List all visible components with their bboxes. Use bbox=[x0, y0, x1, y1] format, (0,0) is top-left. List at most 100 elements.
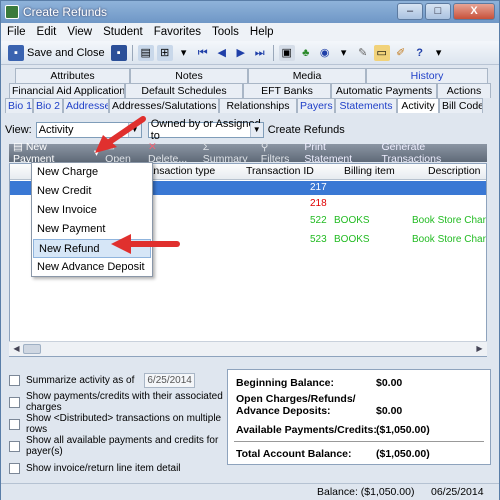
option-show-invoice[interactable]: Show invoice/return line item detail bbox=[9, 457, 231, 479]
cell-id: 523 bbox=[310, 234, 327, 245]
tab-activity[interactable]: Activity bbox=[397, 98, 439, 113]
family-tree-icon[interactable]: ♣ bbox=[298, 45, 314, 61]
tab-bio-1[interactable]: Bio 1 bbox=[5, 98, 33, 113]
print-statement-button[interactable]: Print Statement bbox=[304, 141, 373, 165]
floppy-icon[interactable]: ▪ bbox=[110, 44, 127, 61]
menu-item-new-charge[interactable]: New Charge bbox=[32, 163, 152, 182]
tab-financial-aid-application[interactable]: Financial Aid Application bbox=[9, 83, 125, 98]
option-summarize-label: Summarize activity as of bbox=[26, 374, 135, 386]
minimize-button[interactable]: – bbox=[397, 3, 423, 20]
tab-relationships[interactable]: Relationships bbox=[219, 98, 297, 113]
column-header-description[interactable]: Description bbox=[428, 165, 481, 177]
beginning-balance-label: Beginning Balance: bbox=[236, 377, 335, 389]
cell-billing: BOOKS bbox=[334, 234, 370, 245]
view-context: Create Refunds bbox=[267, 124, 345, 136]
toolbar: ▪ Save and Close ▪ ▤ ⊞ ▾ ⏮ ◀ ▶ ⏭ ▣ ♣ ◉ ▾… bbox=[1, 41, 499, 65]
folder-icon[interactable]: ▭ bbox=[373, 44, 390, 61]
tools-icon[interactable]: ✎ bbox=[355, 45, 371, 61]
tab-default-schedules[interactable]: Default Schedules bbox=[125, 83, 243, 98]
chevron-down-icon: ▼ bbox=[249, 123, 263, 137]
window-title: Create Refunds bbox=[23, 5, 108, 19]
save-and-close-button[interactable]: ▪ Save and Close bbox=[5, 44, 108, 61]
tab-statements[interactable]: Statements bbox=[335, 98, 397, 113]
checkbox[interactable] bbox=[9, 462, 20, 474]
scroll-left-icon[interactable]: ◀ bbox=[10, 343, 23, 355]
window: Create Refunds – □ X File Edit View Stud… bbox=[0, 0, 500, 500]
menu-item-new-invoice[interactable]: New Invoice bbox=[32, 201, 152, 220]
checkbox[interactable] bbox=[9, 396, 20, 408]
summary-button[interactable]: Σ Summary bbox=[203, 141, 255, 165]
close-button[interactable]: X bbox=[453, 3, 495, 20]
tab-history[interactable]: History bbox=[366, 68, 488, 83]
tab-notes[interactable]: Notes bbox=[130, 68, 248, 83]
option-summarize[interactable]: Summarize activity as of 6/25/2014 bbox=[9, 369, 231, 391]
filters-button[interactable]: ⚲ Filters bbox=[261, 141, 299, 165]
menu-item-new-credit[interactable]: New Credit bbox=[32, 182, 152, 201]
scroll-right-icon[interactable]: ▶ bbox=[473, 343, 486, 355]
menu-edit[interactable]: Edit bbox=[37, 26, 57, 38]
tab-media[interactable]: Media bbox=[248, 68, 366, 83]
scroll-thumb[interactable] bbox=[23, 344, 41, 354]
menu-file[interactable]: File bbox=[7, 26, 26, 38]
new-payment-icon: ▤ bbox=[13, 141, 23, 153]
menu-help[interactable]: Help bbox=[250, 26, 274, 38]
column-header-billing-item[interactable]: Billing item bbox=[344, 165, 395, 177]
previous-record-icon[interactable]: ◀ bbox=[214, 45, 230, 61]
owner-filter-select[interactable]: Owned by or Assigned to ▼ bbox=[147, 118, 264, 142]
red-arrow-icon bbox=[95, 116, 146, 153]
option-show-payments-label: Show payments/credits with their associa… bbox=[26, 391, 223, 413]
help-dropdown-icon[interactable]: ▾ bbox=[431, 45, 447, 61]
view-label: View: bbox=[5, 124, 32, 136]
menu-view[interactable]: View bbox=[67, 26, 92, 38]
maximize-button[interactable]: □ bbox=[425, 3, 451, 20]
tab-addresses[interactable]: Addresses bbox=[63, 98, 109, 113]
generate-transactions-button[interactable]: Generate Transactions bbox=[381, 141, 483, 165]
status-date: 06/25/2014 bbox=[431, 486, 484, 498]
last-record-icon[interactable]: ⏭ bbox=[252, 45, 268, 61]
horizontal-scrollbar[interactable]: ◀ ▶ bbox=[9, 341, 487, 356]
view-select-value: Activity bbox=[38, 124, 74, 136]
red-arrow-icon bbox=[111, 234, 180, 254]
menu-favorites[interactable]: Favorites bbox=[154, 26, 201, 38]
tab-automatic-payments[interactable]: Automatic Payments bbox=[331, 83, 437, 98]
options-dropdown-icon[interactable]: ▾ bbox=[176, 45, 192, 61]
tab-bio-2[interactable]: Bio 2 bbox=[33, 98, 63, 113]
option-show-distributed[interactable]: Show <Distributed> transactions on multi… bbox=[9, 413, 231, 435]
option-show-payments[interactable]: Show payments/credits with their associa… bbox=[9, 391, 231, 413]
menu-student[interactable]: Student bbox=[103, 26, 143, 38]
option-show-all[interactable]: Show all available payments and credits … bbox=[9, 435, 231, 457]
tab-payers[interactable]: Payers bbox=[297, 98, 335, 113]
tab-bill-codes[interactable]: Bill Codes bbox=[439, 98, 483, 113]
find-icon[interactable]: ⊞ bbox=[156, 44, 173, 61]
first-record-icon[interactable]: ⏮ bbox=[195, 45, 211, 61]
tab-eft-banks[interactable]: EFT Banks bbox=[243, 83, 331, 98]
menu-item-new-advance-deposit[interactable]: New Advance Deposit bbox=[32, 258, 152, 277]
checkbox[interactable] bbox=[9, 440, 20, 452]
new-record-icon[interactable]: ▤ bbox=[137, 44, 154, 61]
help-icon[interactable]: ? bbox=[412, 45, 428, 61]
total-balance-label: Total Account Balance: bbox=[236, 448, 352, 460]
save-icon: ▪ bbox=[8, 44, 24, 61]
globe-dropdown-icon[interactable]: ▾ bbox=[336, 45, 352, 61]
title-bar: Create Refunds – □ X bbox=[1, 1, 499, 23]
next-record-icon[interactable]: ▶ bbox=[233, 45, 249, 61]
tab-strip: Attributes Notes Media History Financial… bbox=[1, 65, 499, 117]
delete-button[interactable]: ✕ Delete... bbox=[148, 141, 197, 165]
menu-tools[interactable]: Tools bbox=[212, 26, 239, 38]
filter-icon: ⚲ bbox=[260, 141, 269, 153]
checkbox[interactable] bbox=[9, 418, 20, 430]
status-bar: Balance: ($1,050.00) 06/25/2014 bbox=[1, 483, 499, 500]
tab-actions[interactable]: Actions bbox=[437, 83, 491, 98]
tab-addresses-salutations[interactable]: Addresses/Salutations bbox=[109, 98, 219, 113]
globe-icon[interactable]: ◉ bbox=[317, 45, 333, 61]
option-show-distributed-label: Show <Distributed> transactions on multi… bbox=[26, 413, 222, 435]
checkbox[interactable] bbox=[9, 374, 20, 386]
cell-id: 218 bbox=[310, 198, 327, 209]
owner-filter-value: Owned by or Assigned to bbox=[150, 118, 261, 142]
save-and-close-label: Save and Close bbox=[27, 46, 105, 59]
tab-attributes[interactable]: Attributes bbox=[15, 68, 130, 83]
column-header-transaction-id[interactable]: Transaction ID bbox=[246, 165, 314, 177]
summarize-date-field[interactable]: 6/25/2014 bbox=[144, 372, 195, 388]
document-icon[interactable]: ▣ bbox=[278, 44, 295, 61]
edit-icon[interactable]: ✐ bbox=[393, 45, 409, 61]
